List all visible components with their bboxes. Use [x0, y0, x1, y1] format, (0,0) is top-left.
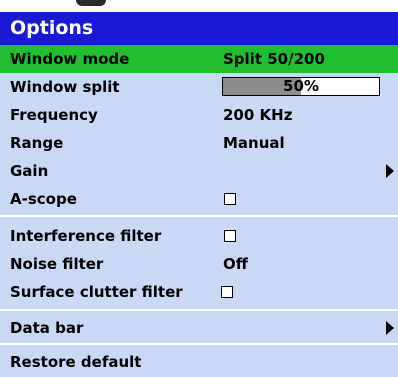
range-label: Range	[10, 134, 64, 152]
menu-item-surface-clutter-filter[interactable]: Surface clutter filter	[0, 278, 398, 306]
top-strip	[0, 0, 398, 12]
window-mode-label: Window mode	[10, 50, 130, 68]
menu-item-a-scope[interactable]: A-scope	[0, 185, 398, 213]
noise-filter-value: Off	[223, 255, 248, 273]
menu-item-restore-default[interactable]: Restore default	[0, 348, 398, 376]
menu-item-window-mode[interactable]: Window mode Split 50/200	[0, 45, 398, 73]
window-split-value: 50%	[283, 77, 319, 95]
surface-clutter-filter-label: Surface clutter filter	[10, 283, 183, 301]
restore-default-label: Restore default	[10, 353, 142, 371]
menu-item-window-split[interactable]: Window split 50%	[0, 73, 398, 101]
window-mode-value: Split 50/200	[223, 50, 325, 68]
divider	[0, 343, 398, 345]
triangle-right-icon	[386, 321, 394, 335]
gain-label: Gain	[10, 162, 49, 180]
menu-item-data-bar[interactable]: Data bar	[0, 314, 398, 342]
menu-title: Options	[0, 12, 398, 45]
a-scope-checkbox[interactable]	[224, 193, 236, 205]
divider	[0, 215, 398, 217]
frequency-label: Frequency	[10, 106, 98, 124]
top-decoration	[76, 0, 106, 6]
frequency-value: 200 KHz	[223, 106, 293, 124]
window-split-slider[interactable]: 50%	[222, 77, 380, 96]
interference-filter-label: Interference filter	[10, 227, 162, 245]
divider	[0, 309, 398, 311]
a-scope-label: A-scope	[10, 190, 77, 208]
menu-item-frequency[interactable]: Frequency 200 KHz	[0, 101, 398, 129]
menu-item-noise-filter[interactable]: Noise filter Off	[0, 250, 398, 278]
data-bar-label: Data bar	[10, 319, 84, 337]
noise-filter-label: Noise filter	[10, 255, 104, 273]
range-value: Manual	[223, 134, 285, 152]
menu-item-range[interactable]: Range Manual	[0, 129, 398, 157]
menu-item-interference-filter[interactable]: Interference filter	[0, 222, 398, 250]
window-split-label: Window split	[10, 78, 120, 96]
surface-clutter-filter-checkbox[interactable]	[221, 286, 233, 298]
menu-item-gain[interactable]: Gain	[0, 157, 398, 185]
interference-filter-checkbox[interactable]	[224, 230, 236, 242]
triangle-right-icon	[386, 164, 394, 178]
